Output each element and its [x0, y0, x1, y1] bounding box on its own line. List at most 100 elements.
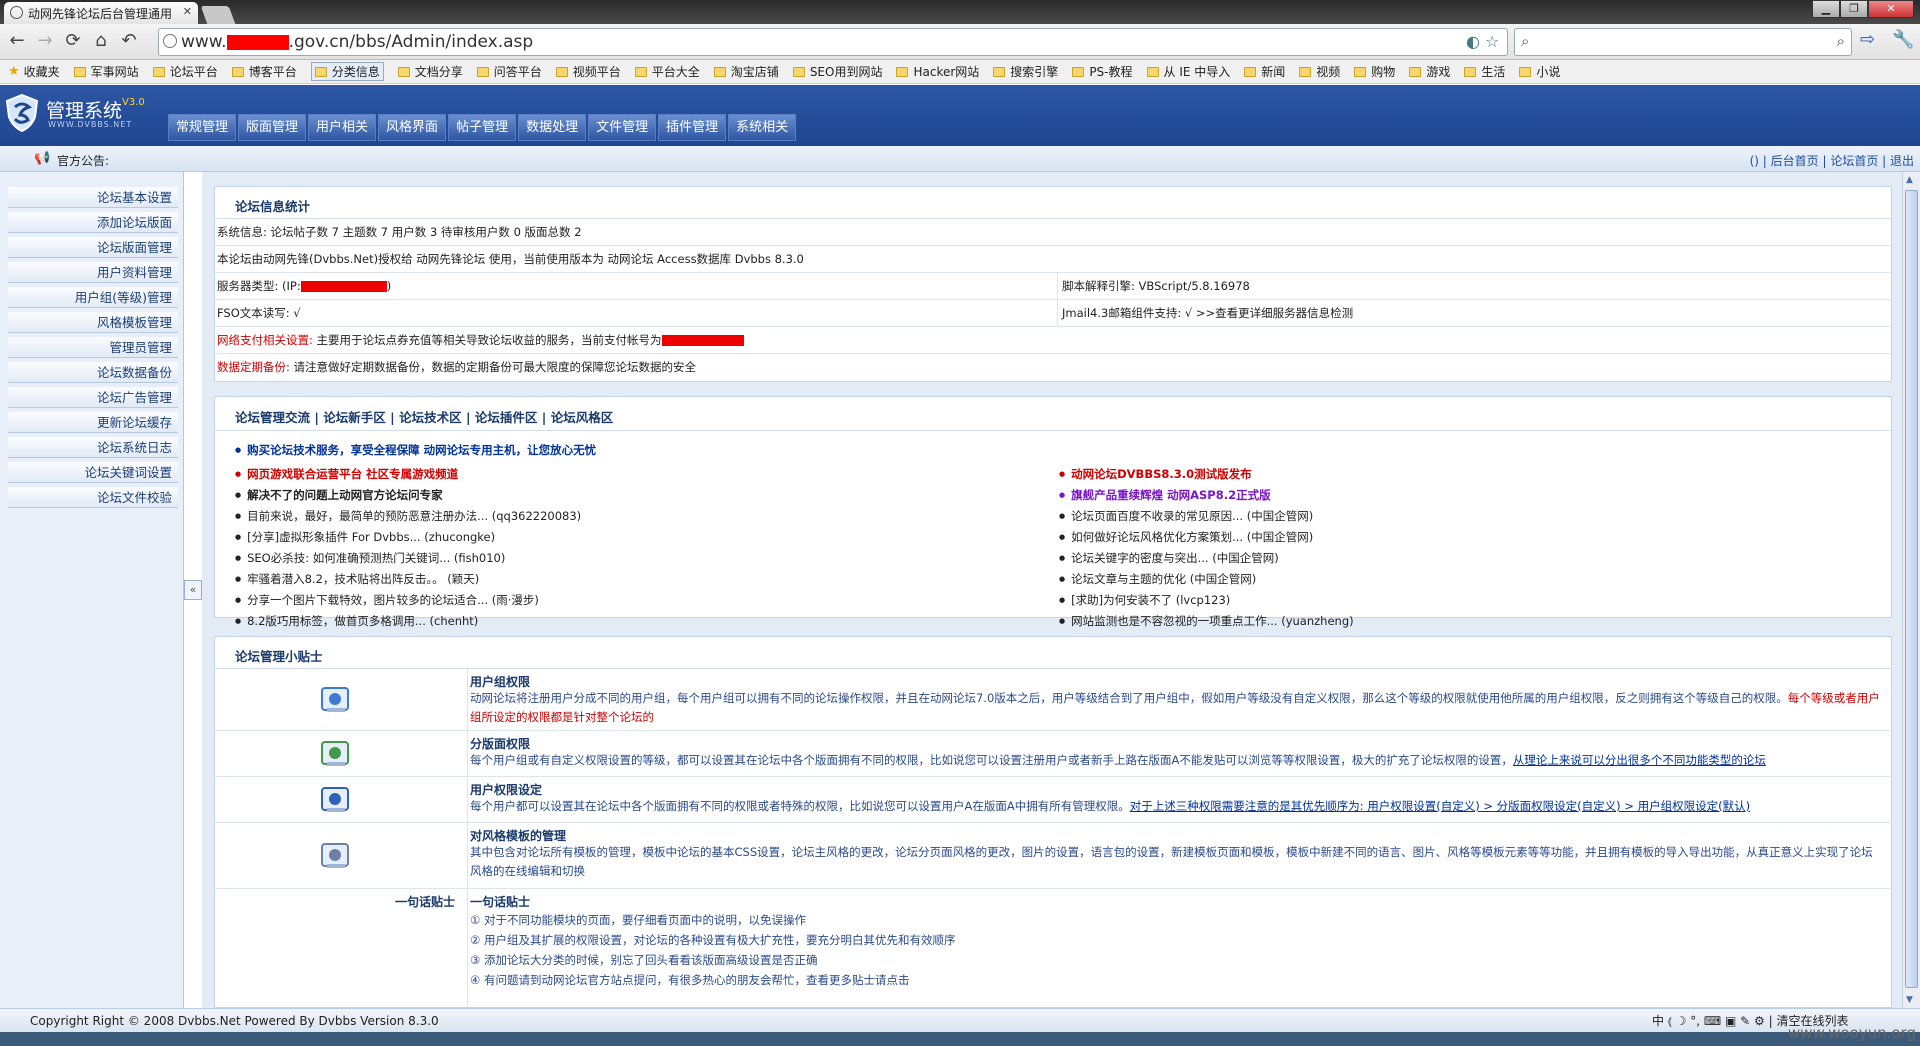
- backup-label[interactable]: 数据定期备份:: [217, 360, 290, 374]
- headline-link[interactable]: 购买论坛技术服务，享受全程保障 动网论坛专用主机，让您放心无忧: [235, 441, 596, 462]
- extension-icon[interactable]: ⇨: [1860, 29, 1875, 50]
- page-info-icon[interactable]: [163, 34, 177, 48]
- search-go-icon[interactable]: ⌕: [1837, 32, 1845, 50]
- news-item[interactable]: 网站监测也是不容忽视的一项重点工作... (yuanzheng): [1059, 612, 1354, 633]
- bookmark-label: 从 IE 中导入: [1163, 65, 1231, 79]
- sidebar-item[interactable]: 风格模板管理: [8, 312, 178, 333]
- maximize-icon[interactable]: ❐: [1840, 0, 1868, 18]
- top-menu-item[interactable]: 数据处理: [518, 114, 587, 141]
- community-link[interactable]: 论坛技术区: [399, 410, 462, 425]
- window-close-icon[interactable]: ✕: [1868, 0, 1914, 18]
- bookmark-item[interactable]: 文档分享: [397, 63, 463, 80]
- bookmark-item[interactable]: 论坛平台: [152, 63, 218, 80]
- news-item[interactable]: 分享一个图片下载特效，图片较多的论坛适合... (雨·漫步): [235, 591, 581, 612]
- top-menu-item[interactable]: 插件管理: [658, 114, 727, 141]
- forward-icon[interactable]: →: [34, 30, 56, 52]
- news-item[interactable]: [分享]虚拟形象插件 For Dvbbs... (zhucongke): [235, 528, 581, 549]
- top-menu-item[interactable]: 文件管理: [588, 114, 657, 141]
- community-link[interactable]: 论坛新手区: [323, 410, 386, 425]
- home-icon[interactable]: ⌂: [90, 30, 112, 52]
- compat-and-star-icons[interactable]: ◐ ☆: [1466, 32, 1499, 51]
- ime-toolbar-icon[interactable]: 中 ⦅ ☽ °, ⌨ ▣ ✎ ⚙: [1652, 1014, 1765, 1028]
- folder-icon: [555, 66, 568, 77]
- scroll-up-icon[interactable]: ▲: [1906, 175, 1913, 185]
- jmail-info[interactable]: Jmail4.3邮箱组件支持: √ >>查看更详细服务器信息检测: [1057, 300, 1353, 326]
- top-menu-item[interactable]: 用户相关: [308, 114, 377, 141]
- sidebar-item[interactable]: 论坛广告管理: [8, 387, 178, 408]
- minimize-icon[interactable]: ▁: [1812, 0, 1840, 18]
- community-link[interactable]: 论坛风格区: [551, 410, 614, 425]
- bookmark-item[interactable]: 游戏: [1409, 63, 1450, 80]
- bookmark-item[interactable]: 搜索引擎: [993, 63, 1058, 80]
- sidebar-item[interactable]: 论坛数据备份: [8, 362, 178, 383]
- sidebar-item[interactable]: 论坛基本设置: [8, 187, 178, 208]
- news-item[interactable]: 目前来说，最好，最简单的预防恶意注册办法... (qq362220083): [235, 507, 581, 528]
- tip-desc-highlight[interactable]: 对于上述三种权限需要注意的是其优先顺序为: 用户权限设置(自定义) > 分版面权…: [1130, 799, 1750, 813]
- oneliner-item: ① 对于不同功能模块的页面，要仔细看页面中的说明，以免误操作: [470, 913, 806, 927]
- bookmark-item[interactable]: 平台大全: [634, 63, 700, 80]
- bookmark-item[interactable]: 生活: [1464, 63, 1505, 80]
- bookmark-item[interactable]: SEO用到网站: [792, 63, 882, 80]
- news-item[interactable]: SEO必杀技: 如何准确预测热门关键词... (fish010): [235, 549, 581, 570]
- sidebar-item[interactable]: 论坛版面管理: [8, 237, 178, 258]
- top-menu-item[interactable]: 版面管理: [238, 114, 307, 141]
- news-item[interactable]: 网页游戏联合运营平台 社区专属游戏频道: [235, 465, 581, 486]
- sidebar-item[interactable]: 论坛关键词设置: [8, 462, 178, 483]
- bookmark-item[interactable]: 问答平台: [476, 63, 542, 80]
- news-item[interactable]: 牢骚着潜入8.2，技术贴将出阵反击。。 (颖天): [235, 570, 581, 591]
- top-menu-item[interactable]: 风格界面: [378, 114, 447, 141]
- close-tab-icon[interactable]: ✕: [183, 5, 192, 18]
- reload-icon[interactable]: ⟳: [62, 30, 84, 52]
- news-item[interactable]: 如何做好论坛风格优化方案策划... (中国企管网): [1059, 528, 1354, 549]
- news-item[interactable]: 旗舰产品重续辉煌 动网ASP8.2正式版: [1059, 486, 1354, 507]
- top-links[interactable]: () | 后台首页 | 论坛首页 | 退出: [1750, 152, 1914, 169]
- bookmark-item[interactable]: 新闻: [1244, 63, 1285, 80]
- payment-label[interactable]: 网络支付相关设置:: [217, 333, 313, 347]
- bookmark-item[interactable]: 视频: [1299, 63, 1340, 80]
- bookmark-item[interactable]: 从 IE 中导入: [1146, 63, 1231, 80]
- bookmark-item[interactable]: ★ 收藏夹: [8, 63, 60, 80]
- bookmark-item[interactable]: 分类信息: [310, 62, 384, 81]
- bookmark-item[interactable]: 购物: [1354, 63, 1395, 80]
- fso-info: FSO文本读写: √: [217, 306, 301, 320]
- top-menu-item[interactable]: 系统相关: [728, 114, 797, 141]
- top-menu-item[interactable]: 帖子管理: [448, 114, 517, 141]
- bookmark-item[interactable]: 军事网站: [73, 63, 139, 80]
- tip-desc-highlight[interactable]: 从理论上来说可以分出很多个不同功能类型的论坛: [1513, 753, 1766, 767]
- sidebar-item[interactable]: 用户资料管理: [8, 262, 178, 283]
- sidebar-item[interactable]: 用户组(等级)管理: [8, 287, 178, 308]
- sidebar-item[interactable]: 添加论坛版面: [8, 212, 178, 233]
- collapse-sidebar-button[interactable]: «: [184, 580, 202, 600]
- news-item[interactable]: 解决不了的问题上动网官方论坛问专家: [235, 486, 581, 507]
- bookmark-item[interactable]: 博客平台: [231, 63, 297, 80]
- news-item[interactable]: 论坛文章与主题的优化 (中国企管网): [1059, 570, 1354, 591]
- bookmark-item[interactable]: 视频平台: [555, 63, 621, 80]
- community-link[interactable]: 论坛管理交流: [235, 410, 310, 425]
- vertical-scrollbar[interactable]: ▲ ▼: [1902, 172, 1920, 1008]
- history-back-icon[interactable]: ↶: [118, 30, 140, 52]
- top-menu-item[interactable]: 常规管理: [168, 114, 237, 141]
- community-link[interactable]: 论坛插件区: [475, 410, 538, 425]
- news-item[interactable]: 动网论坛DVBBS8.3.0测试版发布: [1059, 465, 1354, 486]
- back-icon[interactable]: ←: [6, 30, 28, 52]
- news-item[interactable]: 论坛页面百度不收录的常见原因... (中国企管网): [1059, 507, 1354, 528]
- tip-row: 用户权限设定 每个用户都可以设置其在论坛中各个版面拥有不同的权限或者特殊的权限，比…: [215, 777, 1893, 823]
- address-bar[interactable]: www. .gov.cn/bbs/Admin/index.asp: [158, 28, 1508, 56]
- news-item[interactable]: [求助]为何安装不了 (lvcp123): [1059, 591, 1354, 612]
- browser-tab[interactable]: 动网先锋论坛后台管理通用 ✕: [4, 2, 198, 24]
- sidebar-item[interactable]: 论坛文件校验: [8, 487, 178, 508]
- bookmark-item[interactable]: Hacker网站: [896, 63, 979, 80]
- bookmark-item[interactable]: PS-教程: [1072, 63, 1133, 80]
- bookmark-item[interactable]: 小说: [1519, 63, 1560, 80]
- search-box[interactable]: ⌕ ⌕: [1514, 28, 1852, 56]
- bookmark-item[interactable]: 淘宝店铺: [713, 63, 779, 80]
- news-item[interactable]: 论坛关键字的密度与突出... (中国企管网): [1059, 549, 1354, 570]
- news-item[interactable]: 8.2版巧用标签，做首页多格调用... (chenht): [235, 612, 581, 633]
- sidebar-item[interactable]: 管理员管理: [8, 337, 178, 358]
- sidebar-item[interactable]: 更新论坛缓存: [8, 412, 178, 433]
- bookmark-label: 问答平台: [493, 65, 542, 79]
- sidebar-item[interactable]: 论坛系统日志: [8, 437, 178, 458]
- scroll-thumb[interactable]: [1905, 190, 1918, 988]
- wrench-icon[interactable]: 🔧: [1892, 29, 1914, 50]
- scroll-down-icon[interactable]: ▼: [1906, 995, 1913, 1005]
